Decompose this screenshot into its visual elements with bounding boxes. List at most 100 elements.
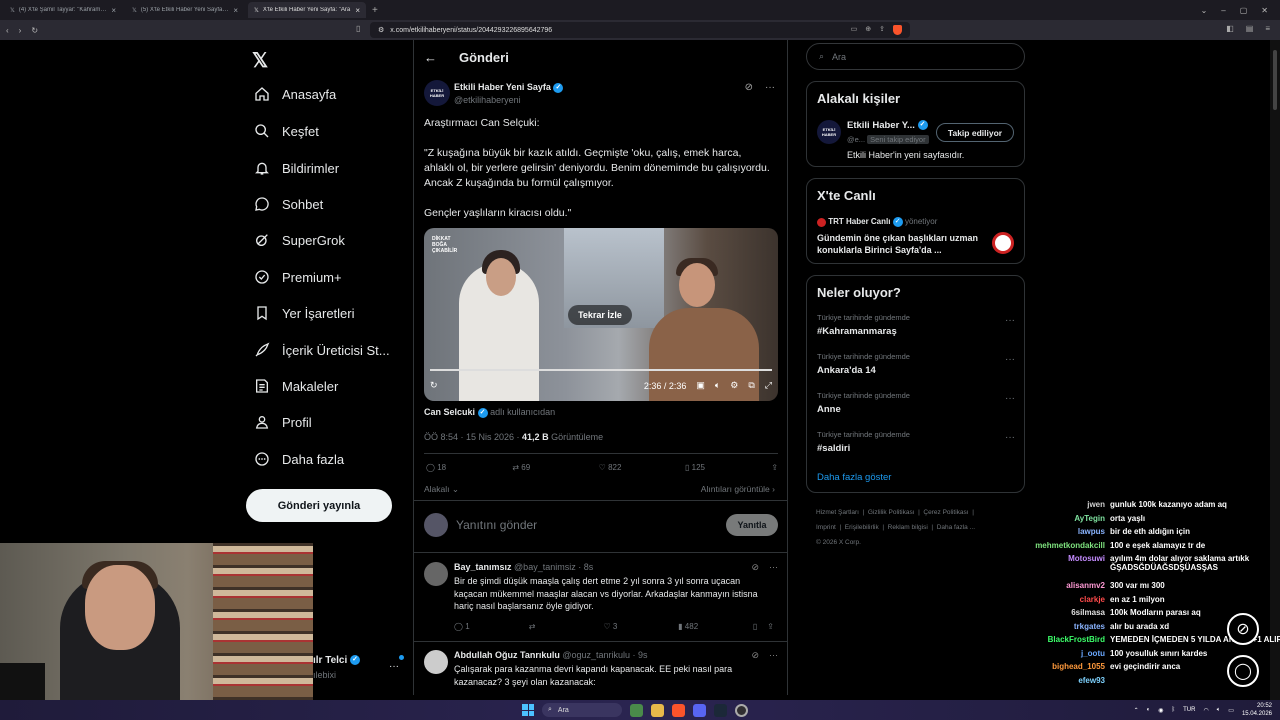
folder-icon[interactable] <box>651 703 664 717</box>
author-avatar[interactable]: ETKİLİ HABER <box>424 80 450 106</box>
nav-item-more[interactable]: Daha fazla <box>254 451 344 467</box>
account-switcher[interactable]: ılr Telci ✓ ılebixi ··· <box>313 655 404 680</box>
share-icon[interactable]: ⇪ <box>879 25 885 35</box>
back-arrow-icon[interactable]: ← <box>424 50 437 65</box>
author-handle[interactable]: @etkilihaberyeni <box>454 95 521 105</box>
close-tab-icon[interactable]: × <box>233 6 238 15</box>
wallet-icon[interactable]: ▤ <box>1246 24 1254 33</box>
battery-icon[interactable]: ▭ <box>1228 707 1234 714</box>
like-action[interactable]: ♡ 3 <box>603 622 678 631</box>
footer-link[interactable]: Gizlilik Politikası <box>868 509 915 516</box>
volume-icon[interactable]: 🔈︎ <box>1217 707 1221 714</box>
nav-item-bookmarks[interactable]: Yer İşaretleri <box>254 305 355 321</box>
forward-icon[interactable]: › <box>19 26 22 35</box>
bookmark-icon[interactable]: ▯ <box>753 622 757 631</box>
reply-item[interactable]: Abdullah Oğuz Tanrıkulu @oguz_tanrikulu … <box>424 650 778 695</box>
views-action[interactable]: ▮ 482 <box>678 622 753 631</box>
close-window-icon[interactable]: ✕ <box>1261 6 1268 15</box>
wifi-icon[interactable]: ◠ <box>1203 707 1208 714</box>
footer-link[interactable]: Reklam bilgisi <box>888 524 928 531</box>
steam-icon[interactable] <box>714 703 727 717</box>
footer-link[interactable]: Hizmet Şartları <box>816 509 859 516</box>
volume-icon[interactable]: 🔈︎ <box>715 380 720 391</box>
back-icon[interactable]: ‹ <box>6 26 9 35</box>
nav-item-notifications[interactable]: Bildirimler <box>254 160 339 176</box>
post-button[interactable]: Gönderi yayınla <box>246 489 392 522</box>
share-action[interactable]: ⇪ <box>771 463 778 472</box>
minimize-icon[interactable]: – <box>1221 6 1225 15</box>
more-options-icon[interactable]: ··· <box>389 661 399 672</box>
reply-item[interactable]: Bay_tanımsız @bay_tanimsiz · 8s ⊘ ··· Bir… <box>424 562 778 662</box>
windows-start-icon[interactable] <box>522 704 534 716</box>
reply-author[interactable]: Abdullah Oğuz Tanrıkulu @oguz_tanrikulu … <box>454 650 648 660</box>
language-indicator[interactable]: TUR <box>1183 707 1195 713</box>
footer-link[interactable]: Daha fazla ... <box>937 524 975 531</box>
reader-icon[interactable]: ▭ <box>851 25 858 35</box>
brave-shield-icon[interactable] <box>893 25 902 35</box>
nav-item-home[interactable]: Anasayfa <box>254 86 336 102</box>
bluetooth-icon[interactable]: ᛒ <box>1171 707 1175 713</box>
fullscreen-icon[interactable]: ⤢ <box>765 380 772 391</box>
nav-item-articles[interactable]: Makaleler <box>254 378 338 394</box>
maximize-icon[interactable]: ▢ <box>1240 6 1248 15</box>
video-player[interactable]: DİKKAT BOĞA ÇIKABİLİR Tekrar İzle ↻ 2:36… <box>424 228 778 401</box>
reply-avatar[interactable] <box>424 650 448 674</box>
more-options-icon[interactable]: ··· <box>1005 354 1015 365</box>
nav-item-chat[interactable]: Sohbet <box>254 196 323 212</box>
video-progress-bar[interactable] <box>430 369 772 371</box>
captions-icon[interactable]: ▣ <box>696 380 705 391</box>
more-options-icon[interactable]: ··· <box>769 650 778 661</box>
share-icon[interactable]: ⇪ <box>767 622 774 631</box>
obs-icon[interactable] <box>735 703 748 717</box>
grok-icon[interactable]: ⊘ <box>745 82 753 93</box>
post-time[interactable]: ÖÖ 8:54 · 15 Nis 2026 · <box>424 432 522 442</box>
tray-icon[interactable]: ◐ <box>1147 707 1151 713</box>
grok-floating-button[interactable]: ⊘ <box>1227 613 1259 645</box>
reply-action[interactable]: ◯ 1 <box>454 622 529 631</box>
browser-tab-active[interactable]: 𝕏 X'te Etkili Haber Yeni Sayfa: "Ara × <box>248 2 366 18</box>
url-field[interactable]: ⚙ x.com/etkilihaberyeni/status/204429322… <box>370 22 910 38</box>
browser-tab[interactable]: 𝕏(4) X'te Şamil Tayyar: "Kahramanmaraş× <box>4 2 122 18</box>
repost-action[interactable]: ⇄ 69 <box>512 463 598 472</box>
widget-icon[interactable] <box>630 703 643 717</box>
author-name[interactable]: Etkili Haber Yeni Sayfa ✓ <box>454 82 564 93</box>
replay-icon[interactable]: ↻ <box>430 380 438 391</box>
reload-icon[interactable]: ↻ <box>31 26 38 35</box>
zoom-icon[interactable]: ⊕ <box>865 25 871 35</box>
chevron-up-icon[interactable]: ⌃ <box>1134 707 1139 714</box>
trend-item[interactable]: Türkiye tarihinde gündemde Ankara'da 14 ··… <box>817 352 1015 376</box>
related-name[interactable]: Etkili Haber Y... ✓ <box>847 120 928 131</box>
settings-icon[interactable]: ⚙ <box>730 380 738 391</box>
close-tab-icon[interactable]: × <box>355 6 360 15</box>
like-action[interactable]: ♡ 822 <box>599 463 685 472</box>
close-tab-icon[interactable]: × <box>111 6 116 15</box>
messages-floating-button[interactable]: ◯ <box>1227 655 1259 687</box>
bookmark-action[interactable]: ▯ 125 <box>685 463 771 472</box>
grok-icon[interactable]: ⊘ <box>751 650 759 661</box>
pip-icon[interactable]: ⧉ <box>748 380 754 391</box>
more-options-icon[interactable]: ··· <box>765 82 775 93</box>
nav-item-premium[interactable]: Premium+ <box>254 269 342 285</box>
more-options-icon[interactable]: ··· <box>1005 432 1015 443</box>
view-quotes-link[interactable]: Alıntıları görüntüle › <box>701 484 775 494</box>
site-settings-icon[interactable]: ⚙ <box>378 26 384 34</box>
related-avatar[interactable]: ETKİLİ HABER <box>817 120 841 144</box>
scrollbar-thumb[interactable] <box>1273 50 1277 110</box>
clock[interactable]: 20:52 15.04.2026 <box>1242 702 1272 718</box>
trend-item[interactable]: Türkiye tarihinde gündemde Anne ··· <box>817 391 1015 415</box>
reply-avatar[interactable] <box>424 562 448 586</box>
trend-item[interactable]: Türkiye tarihinde gündemde #Kahramanmaraş… <box>817 313 1015 337</box>
show-more-link[interactable]: Daha fazla göster <box>817 472 891 483</box>
replay-button[interactable]: Tekrar İzle <box>568 305 632 325</box>
brave-browser-icon[interactable] <box>672 703 685 717</box>
nav-item-creator-studio[interactable]: İçerik Üreticisi St... <box>254 342 390 358</box>
more-options-icon[interactable]: ··· <box>769 562 778 573</box>
live-card[interactable]: X'te Canlı TRT Haber Canlı ✓ yönetiyor G… <box>806 178 1025 264</box>
discord-icon[interactable] <box>693 703 706 717</box>
following-button[interactable]: Takip ediliyor <box>936 123 1014 142</box>
reply-button[interactable]: Yanıtla <box>726 514 778 536</box>
related-sort[interactable]: Alakalı ⌄ <box>424 484 459 495</box>
repost-action[interactable]: ⇄ <box>529 622 604 631</box>
menu-icon[interactable]: ≡ <box>1265 24 1270 33</box>
reply-input[interactable]: Yanıtını gönder <box>456 518 537 532</box>
